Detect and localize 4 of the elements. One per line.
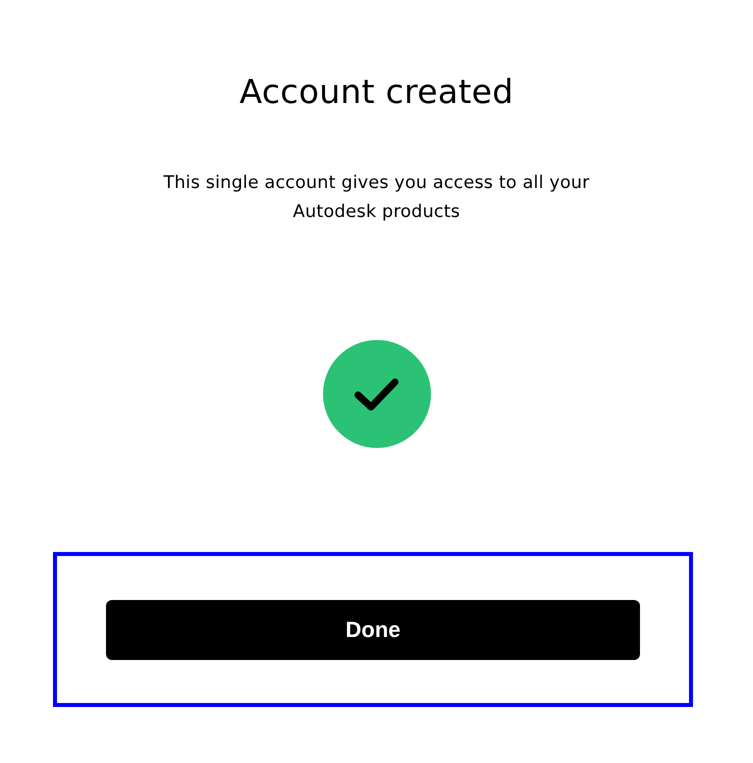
check-circle-icon bbox=[322, 340, 430, 448]
message-text: This single account gives you access to all your Autodesk products bbox=[162, 172, 591, 224]
done-button[interactable]: Done bbox=[106, 600, 640, 660]
page-title: Account created bbox=[240, 71, 514, 113]
